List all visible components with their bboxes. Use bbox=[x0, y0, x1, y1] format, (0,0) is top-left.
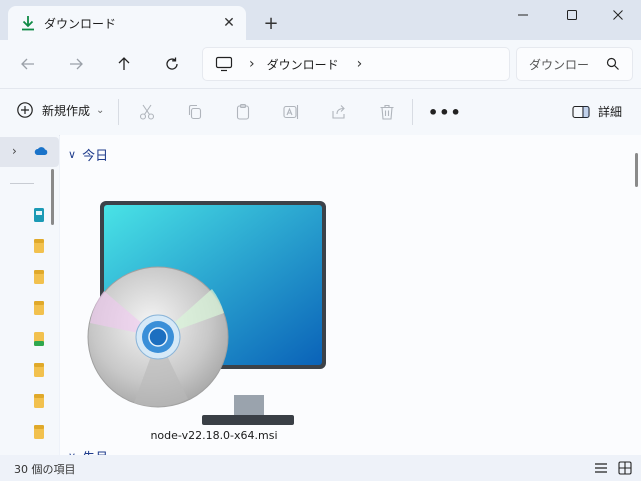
more-options-button[interactable]: ••• bbox=[428, 103, 462, 122]
minimize-icon bbox=[518, 14, 528, 16]
close-tab-button[interactable]: ✕ bbox=[220, 14, 238, 32]
group-label: 今日 bbox=[82, 149, 109, 164]
back-button[interactable] bbox=[15, 52, 41, 76]
sidebar-item-folder[interactable] bbox=[0, 355, 59, 385]
desktop-folder-icon bbox=[34, 208, 44, 222]
minimize-button[interactable] bbox=[500, 0, 546, 30]
search-icon bbox=[606, 57, 619, 70]
address-bar-row: › ダウンロード › ダウンロード bbox=[0, 40, 641, 88]
sidebar-divider bbox=[10, 183, 34, 184]
new-button-label: 新規作成 bbox=[42, 103, 91, 118]
file-list-pane: ∨ 今日 node-v22.18.0-x64.msi bbox=[60, 135, 641, 455]
file-name: node-v22.18.0-x64.msi bbox=[150, 429, 278, 442]
chevron-down-icon[interactable]: ∨ bbox=[68, 148, 76, 161]
sidebar-item-folder[interactable] bbox=[0, 386, 59, 416]
copy-icon[interactable] bbox=[186, 103, 204, 121]
item-count: 30 個の項目 bbox=[14, 463, 76, 476]
close-icon bbox=[613, 10, 623, 20]
plus-circle-icon bbox=[17, 102, 33, 118]
tab-downloads[interactable]: ダウンロード ✕ bbox=[8, 6, 246, 40]
share-icon[interactable] bbox=[330, 103, 348, 121]
refresh-button[interactable] bbox=[159, 52, 185, 76]
list-view-icon bbox=[595, 463, 607, 473]
folder-icon bbox=[34, 425, 44, 439]
cut-icon[interactable] bbox=[138, 103, 156, 121]
maximize-icon bbox=[567, 10, 577, 20]
refresh-icon bbox=[166, 57, 178, 70]
msi-installer-icon bbox=[87, 201, 326, 425]
paste-icon[interactable] bbox=[234, 103, 252, 121]
status-bar: 30 個の項目 bbox=[0, 455, 641, 481]
folder-icon bbox=[34, 394, 44, 408]
chevron-right-icon[interactable]: › bbox=[12, 144, 17, 158]
address-box[interactable]: › ダウンロード › bbox=[202, 47, 510, 81]
sidebar-item-folder[interactable] bbox=[0, 262, 59, 292]
folder-icon bbox=[34, 301, 44, 315]
forward-button[interactable] bbox=[63, 52, 89, 76]
toolbar-divider bbox=[118, 99, 119, 125]
sidebar-scrollbar[interactable] bbox=[51, 169, 54, 225]
rename-icon[interactable] bbox=[282, 103, 300, 121]
cloud-icon bbox=[34, 147, 48, 155]
group-header-today[interactable]: ∨ 今日 bbox=[68, 145, 108, 164]
breadcrumb-expand[interactable]: › bbox=[357, 56, 363, 72]
tiles-view-icon bbox=[618, 461, 632, 475]
command-bar: 新規作成 ⌄ ••• 詳細 bbox=[0, 88, 641, 136]
computer-icon bbox=[215, 56, 233, 72]
breadcrumb-downloads[interactable]: ダウンロード bbox=[267, 56, 339, 73]
sidebar-item-onedrive[interactable]: › bbox=[0, 137, 59, 167]
details-pane-icon bbox=[572, 105, 590, 118]
file-item[interactable]: node-v22.18.0-x64.msi bbox=[84, 183, 344, 451]
details-pane-button[interactable]: 詳細 bbox=[572, 103, 622, 120]
new-tab-button[interactable]: + bbox=[260, 12, 282, 34]
search-placeholder: ダウンロード bbox=[529, 57, 589, 72]
sidebar-item-folder[interactable] bbox=[0, 293, 59, 323]
folder-icon bbox=[34, 363, 44, 377]
toolbar-divider bbox=[412, 99, 413, 125]
close-window-button[interactable] bbox=[595, 0, 641, 30]
content-scrollbar[interactable] bbox=[635, 153, 638, 187]
up-button[interactable] bbox=[111, 52, 137, 76]
search-box[interactable]: ダウンロード bbox=[516, 47, 633, 81]
tiles-view-button[interactable] bbox=[616, 460, 634, 476]
navigation-pane: › bbox=[0, 135, 59, 455]
folder-icon bbox=[34, 332, 44, 346]
chevron-down-icon: ⌄ bbox=[96, 104, 105, 116]
new-button[interactable]: 新規作成 ⌄ bbox=[16, 101, 104, 119]
arrow-right-icon bbox=[70, 58, 83, 70]
sidebar-item-folder[interactable] bbox=[0, 324, 59, 354]
arrow-up-icon bbox=[118, 57, 130, 70]
arrow-left-icon bbox=[21, 58, 34, 70]
delete-icon[interactable] bbox=[378, 103, 396, 121]
folder-icon bbox=[34, 239, 44, 253]
title-bar: ダウンロード ✕ + bbox=[0, 0, 641, 40]
details-pane-label: 詳細 bbox=[598, 105, 623, 119]
maximize-button[interactable] bbox=[549, 0, 595, 30]
group-header-last-month[interactable]: ∨ 先月 bbox=[68, 447, 108, 455]
tab-title: ダウンロード bbox=[44, 16, 117, 31]
details-view-button[interactable] bbox=[592, 460, 610, 476]
sidebar-item-folder[interactable] bbox=[0, 417, 59, 447]
group-label: 先月 bbox=[82, 447, 108, 455]
folder-icon bbox=[34, 270, 44, 284]
breadcrumb-separator[interactable]: › bbox=[249, 56, 255, 72]
download-icon bbox=[22, 16, 34, 31]
sidebar-item-folder[interactable] bbox=[0, 231, 59, 261]
